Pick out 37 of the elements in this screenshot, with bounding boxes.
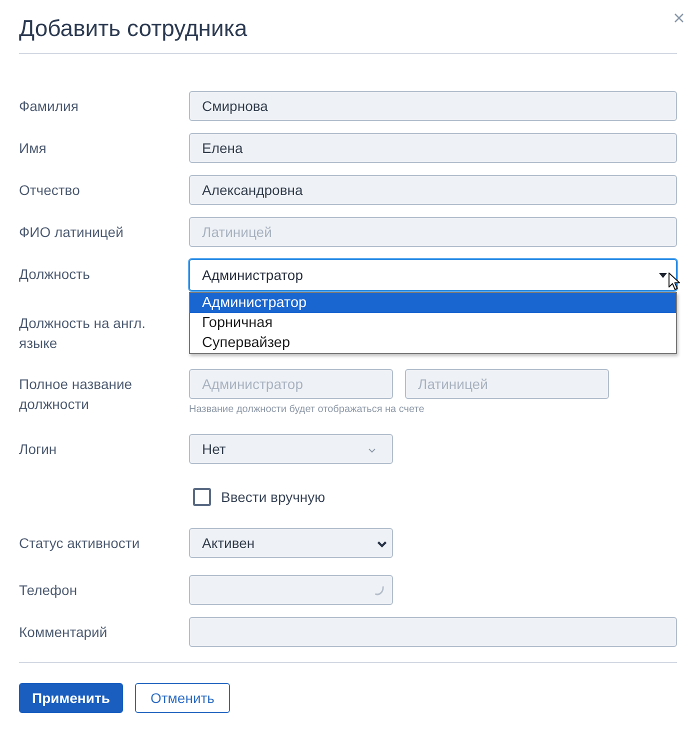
input-field[interactable] bbox=[189, 617, 677, 647]
mouse-pointer-icon bbox=[668, 272, 680, 291]
field-label: Должность на англ. языке bbox=[19, 314, 147, 353]
field-label: Комментарий bbox=[19, 623, 108, 642]
hint-text: Название должности будет отображаться на счете bbox=[189, 403, 426, 417]
field-label: Фамилия bbox=[19, 97, 80, 116]
field-label: Логин bbox=[19, 440, 58, 459]
input-field[interactable]: Латиницей bbox=[405, 369, 609, 399]
field-label: Статус активности bbox=[19, 534, 141, 553]
select-field[interactable]: Активен bbox=[189, 528, 393, 558]
dropdown-option[interactable]: Супервайзер bbox=[190, 333, 676, 353]
apply-button[interactable]: Применить bbox=[19, 683, 123, 713]
phone-icon bbox=[374, 585, 385, 596]
dropdown-select[interactable]: Администратор bbox=[189, 259, 677, 291]
field-label: Полное название должности bbox=[19, 375, 134, 414]
phone-field[interactable] bbox=[189, 575, 393, 605]
checkbox[interactable] bbox=[193, 488, 211, 506]
close-icon[interactable] bbox=[674, 13, 684, 23]
dropdown-option[interactable]: Администратор bbox=[190, 293, 676, 313]
cancel-button[interactable]: Отменить bbox=[135, 683, 230, 713]
chevron-down-icon bbox=[377, 541, 387, 548]
field-label: Телефон bbox=[19, 581, 78, 600]
input-field[interactable]: Александровна bbox=[189, 175, 677, 205]
input-field[interactable]: Смирнова bbox=[189, 91, 677, 121]
input-field[interactable]: Латиницей bbox=[189, 217, 677, 247]
checkbox-label[interactable]: Ввести вручную bbox=[221, 489, 326, 505]
select-field[interactable]: Нет bbox=[189, 434, 393, 464]
field-label: ФИО латиницей bbox=[19, 223, 124, 242]
chevron-down-icon bbox=[368, 448, 376, 453]
input-field[interactable]: Администратор bbox=[189, 369, 393, 399]
field-label: Отчество bbox=[19, 181, 81, 200]
caret-down-icon bbox=[659, 273, 667, 278]
field-label: Должность bbox=[19, 265, 91, 284]
field-label: Имя bbox=[19, 139, 48, 158]
input-field[interactable]: Елена bbox=[189, 133, 677, 163]
dropdown-option[interactable]: Горничная bbox=[190, 313, 676, 333]
dialog-title: Добавить сотрудника bbox=[19, 14, 248, 43]
